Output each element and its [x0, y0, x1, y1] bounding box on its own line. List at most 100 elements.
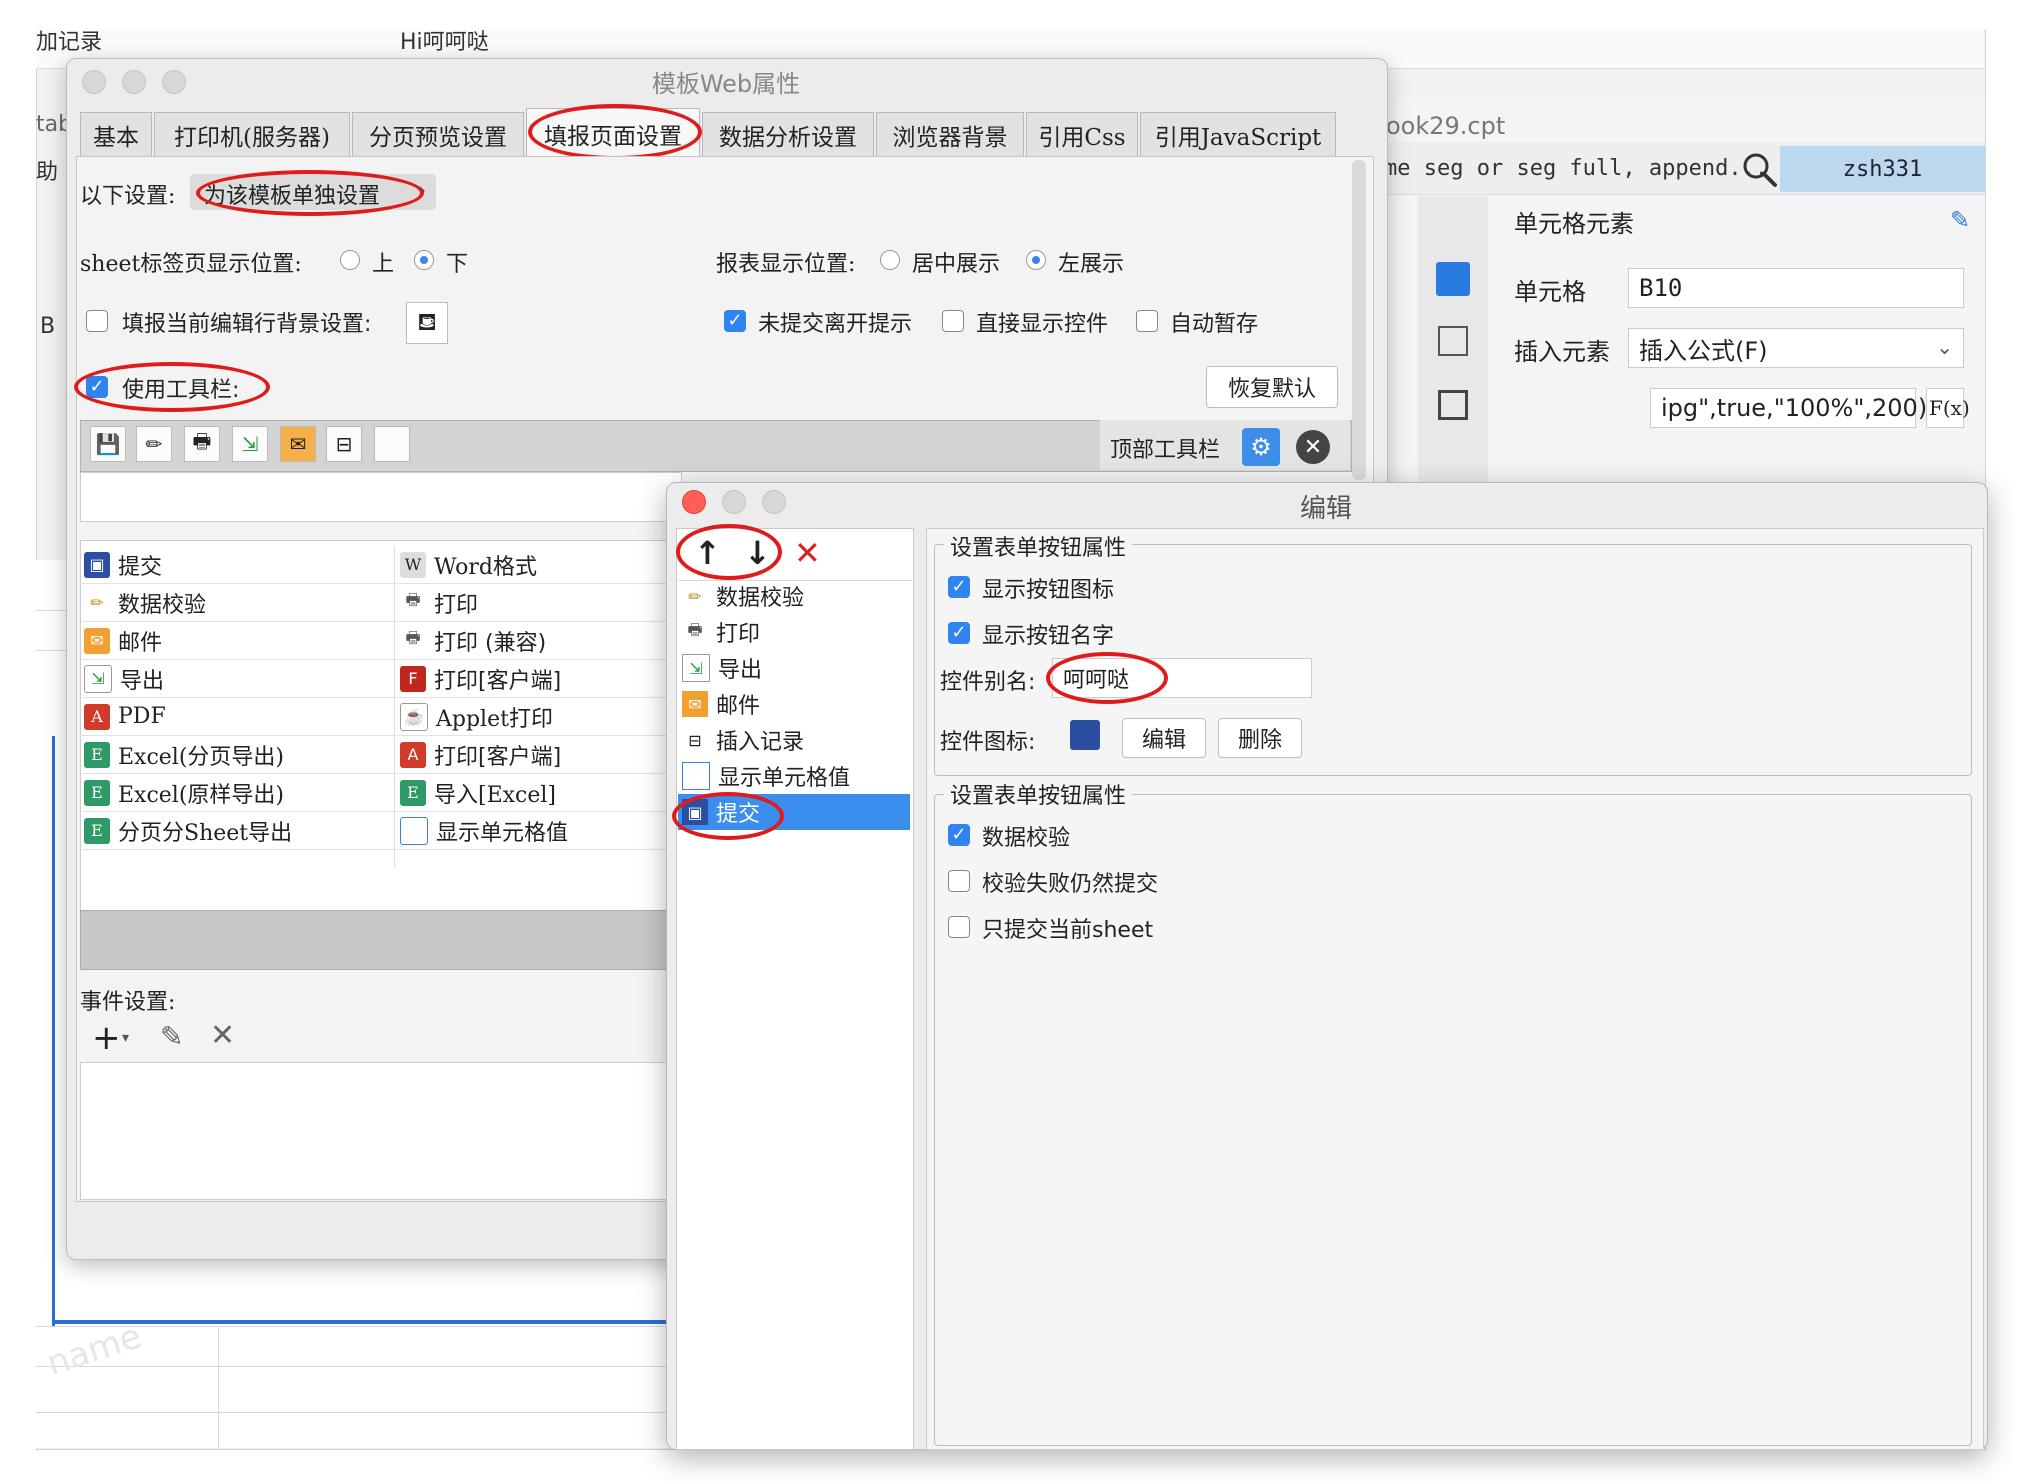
paint-bucket-icon[interactable]: ⛾ [406, 302, 448, 344]
list-item-label: 导出 [120, 668, 165, 694]
list-item-print[interactable]: 🖶 打印 [396, 584, 680, 622]
auto-save-checkbox[interactable] [1136, 310, 1158, 332]
list-item-show-cell-value[interactable]: 显示单元格值 [396, 812, 680, 850]
icon-label: 控件图标: [940, 730, 1036, 755]
cell-label: 单元格 [1514, 278, 1586, 306]
export-icon: ⇲ [682, 654, 710, 682]
tab-data-analysis[interactable]: 数据分析设置 [702, 112, 874, 156]
list-item-import-excel[interactable]: E 导入[Excel] [396, 774, 680, 812]
list-item-print-compat[interactable]: 🖶 打印 (兼容) [396, 622, 680, 660]
insert-record-icon[interactable]: ⊟ [326, 426, 362, 462]
alias-input[interactable]: 呵呵哒 [1052, 658, 1312, 698]
mail-icon[interactable]: ✉ [280, 426, 316, 462]
edit-pencil-icon[interactable]: ✎ [1950, 206, 1970, 234]
tab-printer-server[interactable]: 打印机(服务器) [154, 112, 350, 156]
list-item-validate[interactable]: ✏ 数据校验 [80, 584, 394, 622]
list-item-excel-page[interactable]: E Excel(分页导出) [80, 736, 394, 774]
show-icon-checkbox[interactable] [948, 576, 970, 598]
sheet-position-bottom-radio[interactable] [414, 250, 434, 270]
report-left-radio[interactable] [1026, 250, 1046, 270]
print-icon[interactable]: 🖶 [184, 426, 220, 462]
dialog-item-label: 打印 [716, 622, 761, 647]
validate-icon[interactable]: ✏ [136, 426, 172, 462]
cell-field[interactable]: B10 [1628, 268, 1964, 308]
list-item-submit[interactable]: ▣ 提交 [80, 546, 394, 584]
report-position-label: 报表显示位置: [716, 252, 856, 277]
chevron-down-icon[interactable]: ▾ [122, 1030, 129, 1046]
tab-page-preview[interactable]: 分页预览设置 [352, 112, 524, 156]
move-down-icon[interactable]: ↓ [744, 534, 771, 572]
tab-browser-background[interactable]: 浏览器背景 [876, 112, 1024, 156]
direct-show-checkbox[interactable] [942, 310, 964, 332]
cell-value-icon[interactable] [374, 426, 410, 462]
list-item-print-client-pdf[interactable]: A 打印[客户端] [396, 736, 680, 774]
list-item-label: 导入[Excel] [434, 782, 557, 808]
fx-button[interactable]: F(x) [1926, 388, 1970, 428]
insert-record-icon: ⊟ [688, 730, 702, 750]
search-query-text[interactable]: me seg or seg full, append... [1384, 156, 1768, 181]
gear-icon[interactable]: ⚙ [1242, 428, 1280, 466]
dialog-item-show-cell-value[interactable]: 显示单元格值 [678, 758, 910, 794]
search-icon[interactable] [1740, 150, 1780, 190]
close-icon[interactable]: ✕ [1296, 430, 1330, 464]
list-item-mail[interactable]: ✉ 邮件 [80, 622, 394, 660]
background-add-record-text: 加记录 [36, 30, 103, 55]
save-icon[interactable]: 💾 [90, 426, 126, 462]
user-badge[interactable]: zsh331 [1780, 146, 1985, 192]
events-list[interactable] [80, 1062, 682, 1200]
move-up-icon[interactable]: ↑ [694, 534, 721, 572]
edit-icon-button[interactable]: 编辑 [1122, 718, 1206, 758]
formula-field[interactable]: ipg",true,"100%",200) [1650, 388, 1927, 428]
tab-fill-page-settings[interactable]: 填报页面设置 [526, 108, 700, 158]
scrollbar[interactable] [1352, 160, 1366, 480]
report-center-radio[interactable] [880, 250, 900, 270]
grid-layout-icon[interactable] [1436, 262, 1470, 296]
delete-event-icon[interactable]: ✕ [210, 1018, 235, 1053]
settings-select[interactable]: 为该模板单独设置 › [190, 174, 436, 210]
tab-basic[interactable]: 基本 [80, 112, 152, 156]
dialog-item-export[interactable]: ⇲ 导出 [678, 650, 910, 686]
show-name-checkbox[interactable] [948, 622, 970, 644]
list-item-export[interactable]: ⇲ 导出 [80, 660, 394, 698]
dialog-item-submit[interactable]: ▣ 提交 [678, 794, 910, 830]
cell-info-icon[interactable] [1438, 326, 1468, 356]
list-item-word[interactable]: W Word格式 [396, 546, 680, 584]
border-icon[interactable] [1438, 390, 1468, 420]
tab-css[interactable]: 引用Css [1026, 112, 1138, 156]
dialog-item-print[interactable]: 🖶 打印 [678, 614, 910, 650]
insert-element-value: 插入公式(F) [1639, 336, 1768, 365]
selection-border-bottom [52, 1320, 666, 1324]
delete-icon-button[interactable]: 删除 [1218, 718, 1302, 758]
pencil-icon: ✏ [688, 586, 702, 606]
pdf-print-icon: A [400, 741, 426, 768]
cell-value-icon [400, 816, 428, 845]
add-event-icon[interactable]: + [92, 1018, 121, 1058]
list-item-applet-print[interactable]: ☕ Applet打印 [396, 698, 680, 736]
row-background-checkbox[interactable] [86, 310, 108, 332]
edit-event-icon[interactable]: ✎ [160, 1020, 183, 1053]
submit-current-sheet-checkbox[interactable] [948, 916, 970, 938]
remove-icon[interactable]: ✕ [794, 534, 821, 572]
dialog-item-insert-record[interactable]: ⊟ 插入记录 [678, 722, 910, 758]
dialog-item-validate[interactable]: ✏ 数据校验 [678, 578, 910, 614]
export-icon[interactable]: ⇲ [232, 426, 268, 462]
toolbar-input-area[interactable] [80, 472, 682, 522]
unsubmitted-leave-checkbox[interactable] [724, 310, 746, 332]
background-tab-text: Hi呵呵哒 [400, 30, 489, 55]
file-tab[interactable]: ook29.cpt [1386, 112, 1505, 140]
list-item-excel-original[interactable]: E Excel(原样导出) [80, 774, 394, 812]
insert-element-select[interactable]: 插入公式(F) ⌄ [1628, 328, 1964, 368]
dialog-item-mail[interactable]: ✉ 邮件 [678, 686, 910, 722]
list-item-pdf[interactable]: A PDF [80, 698, 394, 736]
list-divider [394, 546, 395, 868]
submit-on-fail-checkbox[interactable] [948, 870, 970, 892]
tab-javascript[interactable]: 引用JavaScript [1140, 112, 1336, 156]
use-toolbar-checkbox[interactable] [86, 376, 108, 398]
list-item-sheet-export[interactable]: E 分页分Sheet导出 [80, 812, 394, 850]
sheet-position-top-radio[interactable] [340, 250, 360, 270]
data-validate-checkbox[interactable] [948, 824, 970, 846]
list-item-print-client[interactable]: F 打印[客户端] [396, 660, 680, 698]
restore-default-button[interactable]: 恢复默认 [1206, 366, 1338, 408]
report-left-label: 左展示 [1058, 252, 1125, 277]
list-item-label: 打印[客户端] [434, 744, 562, 770]
